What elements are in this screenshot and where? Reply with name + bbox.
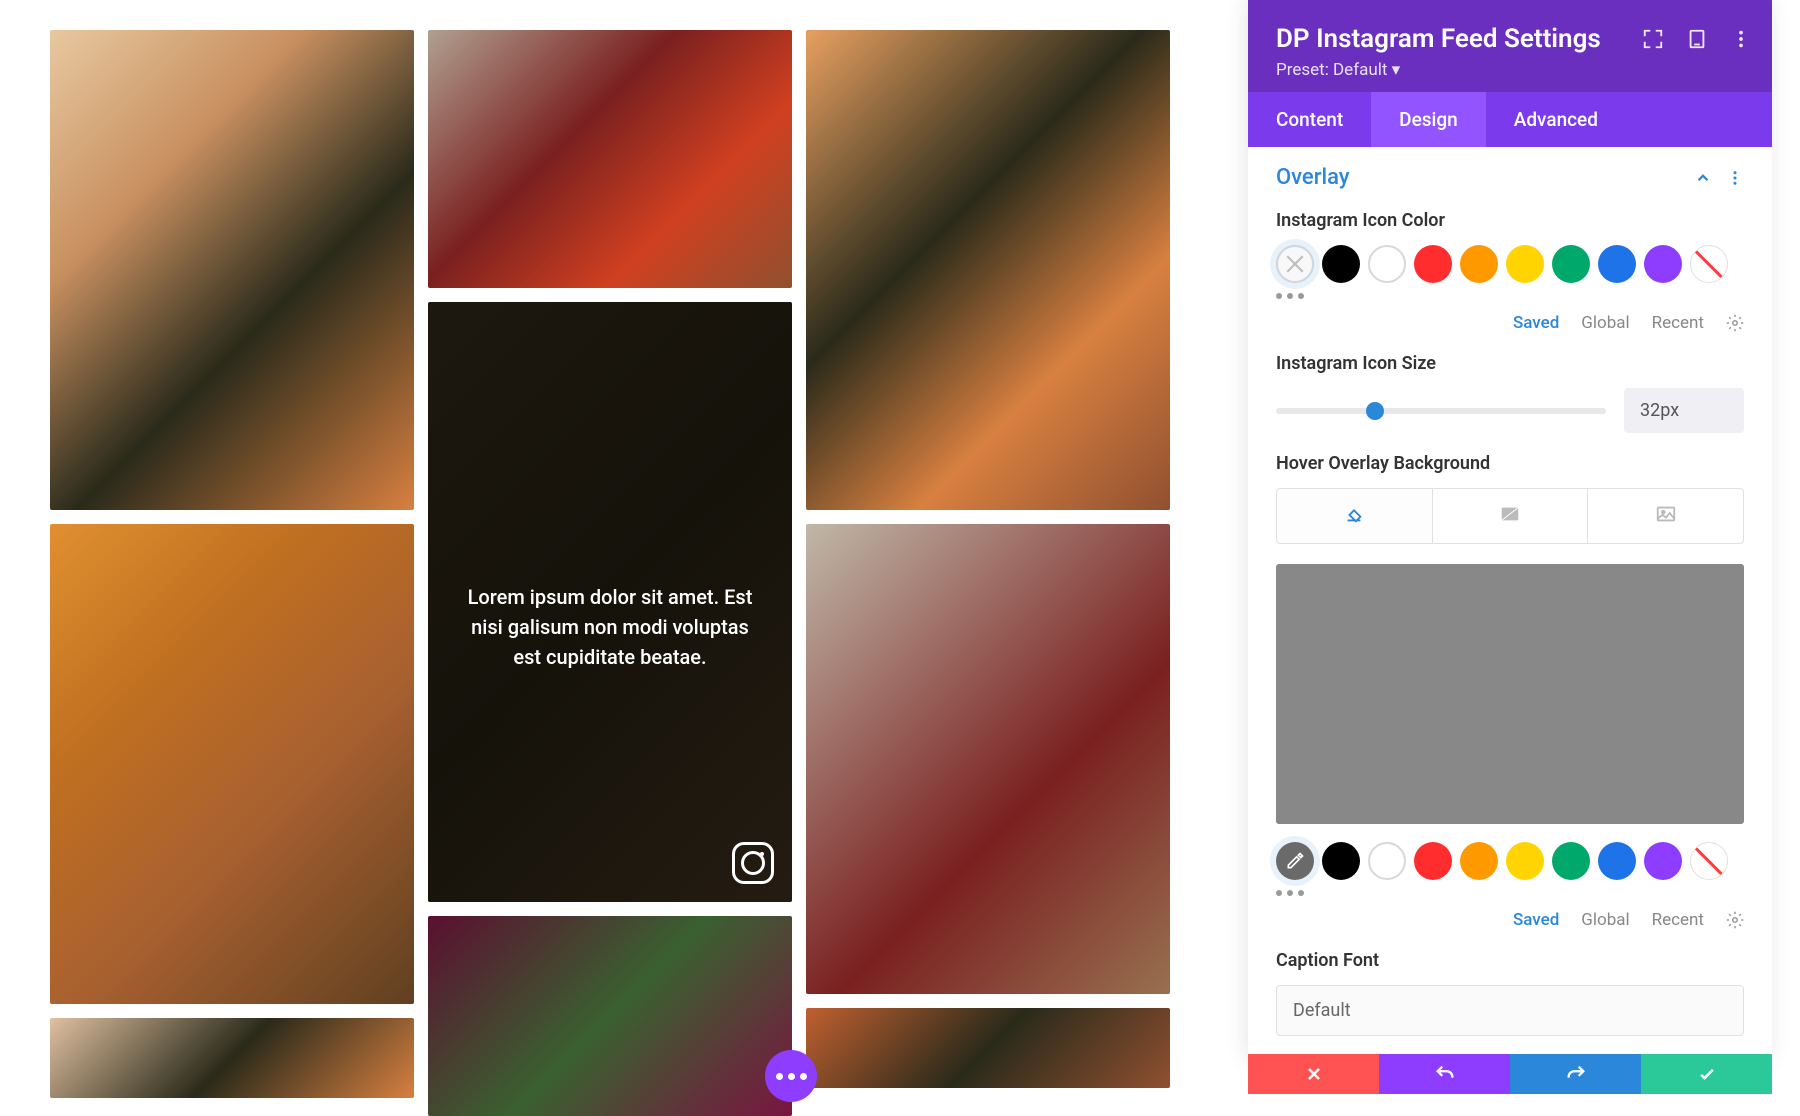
section-overlay[interactable]: Overlay	[1276, 165, 1350, 190]
palette-tab-global[interactable]: Global	[1581, 910, 1629, 930]
hover-bg-label: Hover Overlay Background	[1276, 453, 1744, 474]
save-button[interactable]	[1641, 1054, 1772, 1094]
swatch-purple[interactable]	[1644, 842, 1682, 880]
panel-footer-actions	[1248, 1054, 1772, 1094]
swatch-red[interactable]	[1414, 245, 1452, 283]
instagram-icon	[732, 842, 774, 884]
feed-tile[interactable]	[428, 30, 792, 288]
check-icon	[1697, 1064, 1717, 1084]
swatch-yellow[interactable]	[1506, 245, 1544, 283]
section-more-icon[interactable]	[1726, 169, 1744, 187]
swatch-orange[interactable]	[1460, 245, 1498, 283]
more-icon[interactable]	[1730, 28, 1752, 50]
palette-tab-recent[interactable]: Recent	[1652, 910, 1704, 930]
swatch-blue[interactable]	[1598, 245, 1636, 283]
eyedropper-icon	[1285, 851, 1305, 871]
fab-menu-button[interactable]	[765, 1050, 817, 1102]
feed-caption: Lorem ipsum dolor sit amet. Est nisi gal…	[428, 302, 792, 672]
swatch-yellow[interactable]	[1506, 842, 1544, 880]
close-icon	[1304, 1064, 1324, 1084]
swatch-orange[interactable]	[1460, 842, 1498, 880]
cancel-button[interactable]	[1248, 1054, 1379, 1094]
palette-tab-recent[interactable]: Recent	[1652, 313, 1704, 333]
bg-tab-image[interactable]	[1588, 489, 1743, 543]
gear-icon[interactable]	[1726, 314, 1744, 332]
swatch-white[interactable]	[1368, 842, 1406, 880]
swatch-purple[interactable]	[1644, 245, 1682, 283]
icon-size-label: Instagram Icon Size	[1276, 353, 1744, 374]
swatch-none[interactable]	[1690, 245, 1728, 283]
swatch-picker[interactable]	[1276, 842, 1314, 880]
swatch-transparent[interactable]	[1276, 245, 1314, 283]
undo-icon	[1434, 1063, 1456, 1085]
icon-color-label: Instagram Icon Color	[1276, 210, 1744, 231]
feed-tile-hovered[interactable]: Lorem ipsum dolor sit amet. Est nisi gal…	[428, 302, 792, 902]
feed-tile[interactable]	[806, 30, 1170, 510]
swatch-black[interactable]	[1322, 245, 1360, 283]
icon-color-swatches	[1276, 245, 1744, 283]
swatch-more-button[interactable]	[1276, 890, 1744, 896]
feed-tile[interactable]	[50, 30, 414, 510]
palette-tab-saved[interactable]: Saved	[1513, 910, 1559, 930]
icon-size-value[interactable]: 32px	[1624, 388, 1744, 433]
panel-header: DP Instagram Feed Settings Preset: Defau…	[1248, 0, 1772, 92]
panel-tabs: Content Design Advanced	[1248, 92, 1772, 147]
bg-color-preview[interactable]	[1276, 564, 1744, 824]
feed-tile[interactable]	[428, 916, 792, 1116]
caption-font-label: Caption Font	[1276, 950, 1744, 971]
image-icon	[1655, 503, 1677, 525]
bg-tab-color[interactable]	[1277, 489, 1433, 543]
bg-tab-gradient[interactable]	[1433, 489, 1589, 543]
tab-content[interactable]: Content	[1248, 92, 1371, 147]
palette-tab-global[interactable]: Global	[1581, 313, 1629, 333]
feed-tile[interactable]	[806, 1008, 1170, 1088]
slider-thumb[interactable]	[1366, 402, 1384, 420]
feed-tile[interactable]	[50, 524, 414, 1004]
expand-icon[interactable]	[1642, 28, 1664, 50]
preset-selector[interactable]: Preset: Default ▾	[1276, 60, 1744, 80]
bg-color-swatches	[1276, 842, 1744, 880]
redo-icon	[1565, 1063, 1587, 1085]
feed-tile[interactable]	[806, 524, 1170, 994]
swatch-more-button[interactable]	[1276, 293, 1744, 299]
feed-tile[interactable]	[50, 1018, 414, 1098]
swatch-teal[interactable]	[1552, 842, 1590, 880]
tab-design[interactable]: Design	[1371, 92, 1486, 147]
redo-button[interactable]	[1510, 1054, 1641, 1094]
bg-type-tabs	[1276, 488, 1744, 544]
chevron-up-icon[interactable]	[1694, 169, 1712, 187]
undo-button[interactable]	[1379, 1054, 1510, 1094]
tab-advanced[interactable]: Advanced	[1486, 92, 1626, 147]
settings-panel: DP Instagram Feed Settings Preset: Defau…	[1248, 0, 1772, 1060]
swatch-none[interactable]	[1690, 842, 1728, 880]
icon-size-slider[interactable]	[1276, 408, 1606, 414]
swatch-teal[interactable]	[1552, 245, 1590, 283]
paint-bucket-icon	[1343, 503, 1365, 525]
palette-tab-saved[interactable]: Saved	[1513, 313, 1559, 333]
swatch-white[interactable]	[1368, 245, 1406, 283]
tablet-icon[interactable]	[1686, 28, 1708, 50]
swatch-blue[interactable]	[1598, 842, 1636, 880]
caption-font-select[interactable]: Default	[1276, 985, 1744, 1036]
gradient-icon	[1499, 503, 1521, 525]
swatch-black[interactable]	[1322, 842, 1360, 880]
swatch-red[interactable]	[1414, 842, 1452, 880]
gear-icon[interactable]	[1726, 911, 1744, 929]
